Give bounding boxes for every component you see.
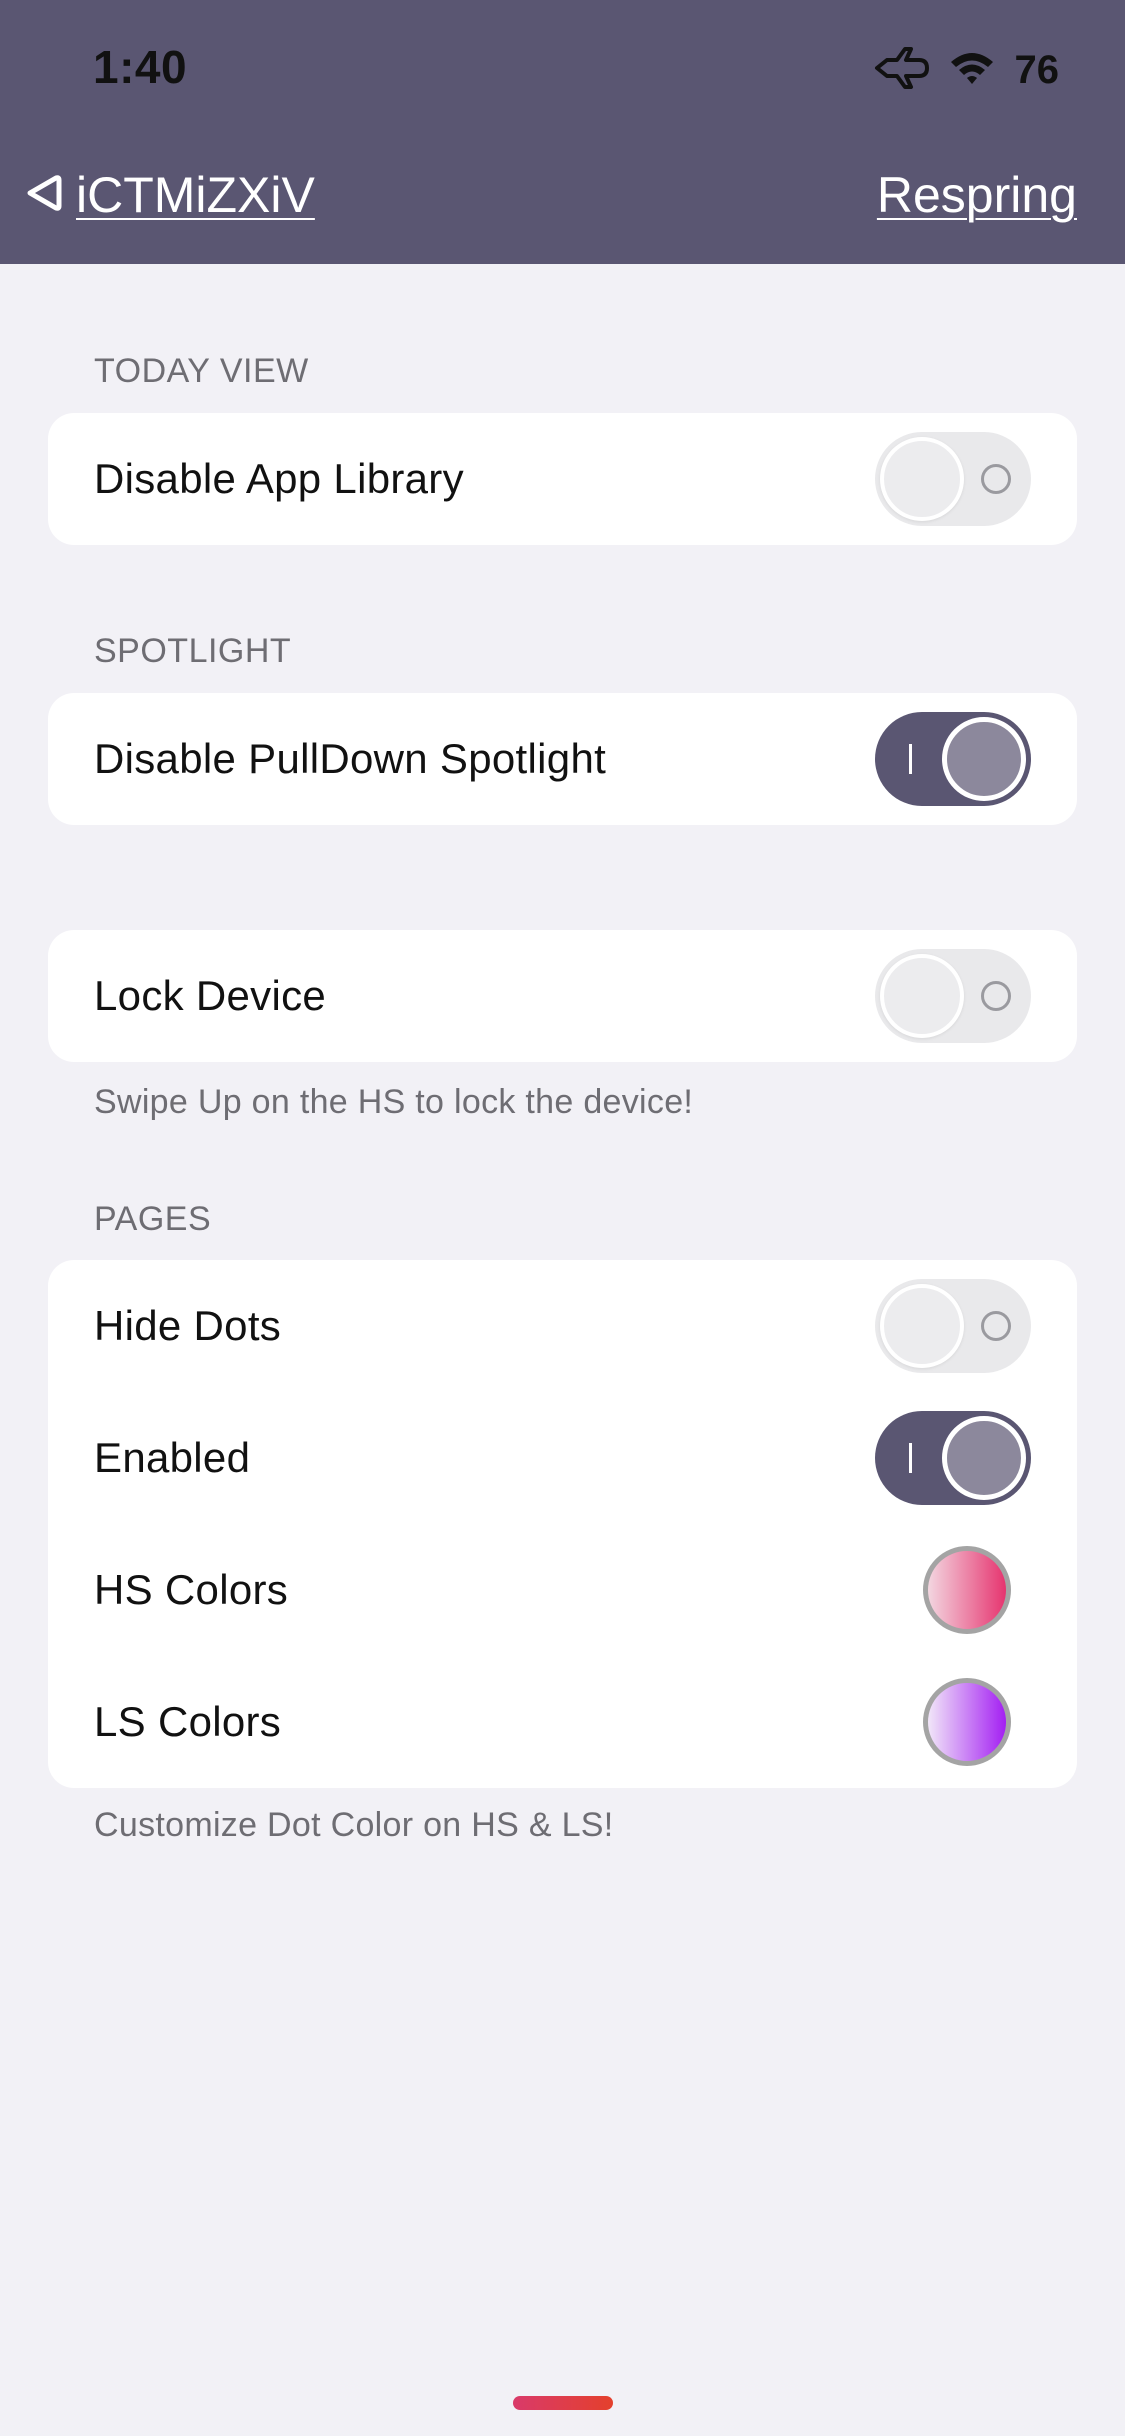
ls-colors-swatch[interactable] (923, 1678, 1011, 1766)
navigation-header: 1:40 76 iCTMiZXiV Respring (0, 0, 1125, 264)
row-lock-device: Lock Device (48, 930, 1077, 1062)
row-label: Disable PullDown Spotlight (94, 735, 607, 782)
row-disable-pulldown-spotlight: Disable PullDown Spotlight (48, 693, 1077, 825)
toggle-knob (942, 1416, 1026, 1500)
toggle-on-mark-icon (909, 1443, 912, 1473)
row-hs-colors: HS Colors (48, 1524, 1077, 1656)
spotlight-card: Disable PullDown Spotlight (48, 693, 1077, 825)
toggle-knob (942, 717, 1026, 801)
back-button[interactable]: iCTMiZXiV (24, 166, 315, 224)
row-ls-colors: LS Colors (48, 1656, 1077, 1788)
home-indicator[interactable] (513, 2396, 613, 2410)
hide-dots-toggle[interactable] (875, 1279, 1031, 1373)
toggle-knob (880, 1284, 964, 1368)
section-header-today-view: TODAY VIEW (94, 352, 309, 390)
row-label: Disable App Library (94, 455, 464, 502)
toggle-off-mark-icon (981, 464, 1011, 494)
section-header-pages: PAGES (94, 1200, 212, 1238)
status-time: 1:40 (93, 41, 188, 93)
respring-button[interactable]: Respring (877, 166, 1077, 224)
row-label: Enabled (94, 1434, 251, 1481)
pages-card: Hide Dots Enabled HS Colors LS Colors (48, 1260, 1077, 1788)
wifi-icon (949, 50, 995, 91)
status-indicators: 76 (873, 44, 1060, 96)
lock-card: Lock Device (48, 930, 1077, 1062)
disable-app-library-toggle[interactable] (875, 432, 1031, 526)
toggle-knob (880, 954, 964, 1038)
airplane-icon (873, 46, 929, 94)
disable-pulldown-spotlight-toggle[interactable] (875, 712, 1031, 806)
row-label: LS Colors (94, 1698, 282, 1745)
pages-footer: Customize Dot Color on HS & LS! (94, 1806, 614, 1844)
row-label: HS Colors (94, 1566, 289, 1613)
settings-page: 1:40 76 iCTMiZXiV Respring TODAY VIEW Di… (0, 0, 1125, 2436)
back-title: iCTMiZXiV (76, 167, 315, 223)
section-header-spotlight: SPOTLIGHT (94, 632, 292, 670)
enabled-toggle[interactable] (875, 1411, 1031, 1505)
row-disable-app-library: Disable App Library (48, 413, 1077, 545)
toggle-knob (880, 437, 964, 521)
row-label: Hide Dots (94, 1302, 282, 1349)
lock-footer: Swipe Up on the HS to lock the device! (94, 1083, 694, 1121)
toggle-off-mark-icon (981, 981, 1011, 1011)
row-hide-dots: Hide Dots (48, 1260, 1077, 1392)
row-enabled: Enabled (48, 1392, 1077, 1524)
toggle-on-mark-icon (909, 744, 912, 774)
back-triangle-icon (24, 173, 62, 218)
row-label: Lock Device (94, 972, 327, 1019)
battery-level: 76 (1014, 47, 1060, 92)
lock-device-toggle[interactable] (875, 949, 1031, 1043)
toggle-off-mark-icon (981, 1311, 1011, 1341)
today-view-card: Disable App Library (48, 413, 1077, 545)
hs-colors-swatch[interactable] (923, 1546, 1011, 1634)
